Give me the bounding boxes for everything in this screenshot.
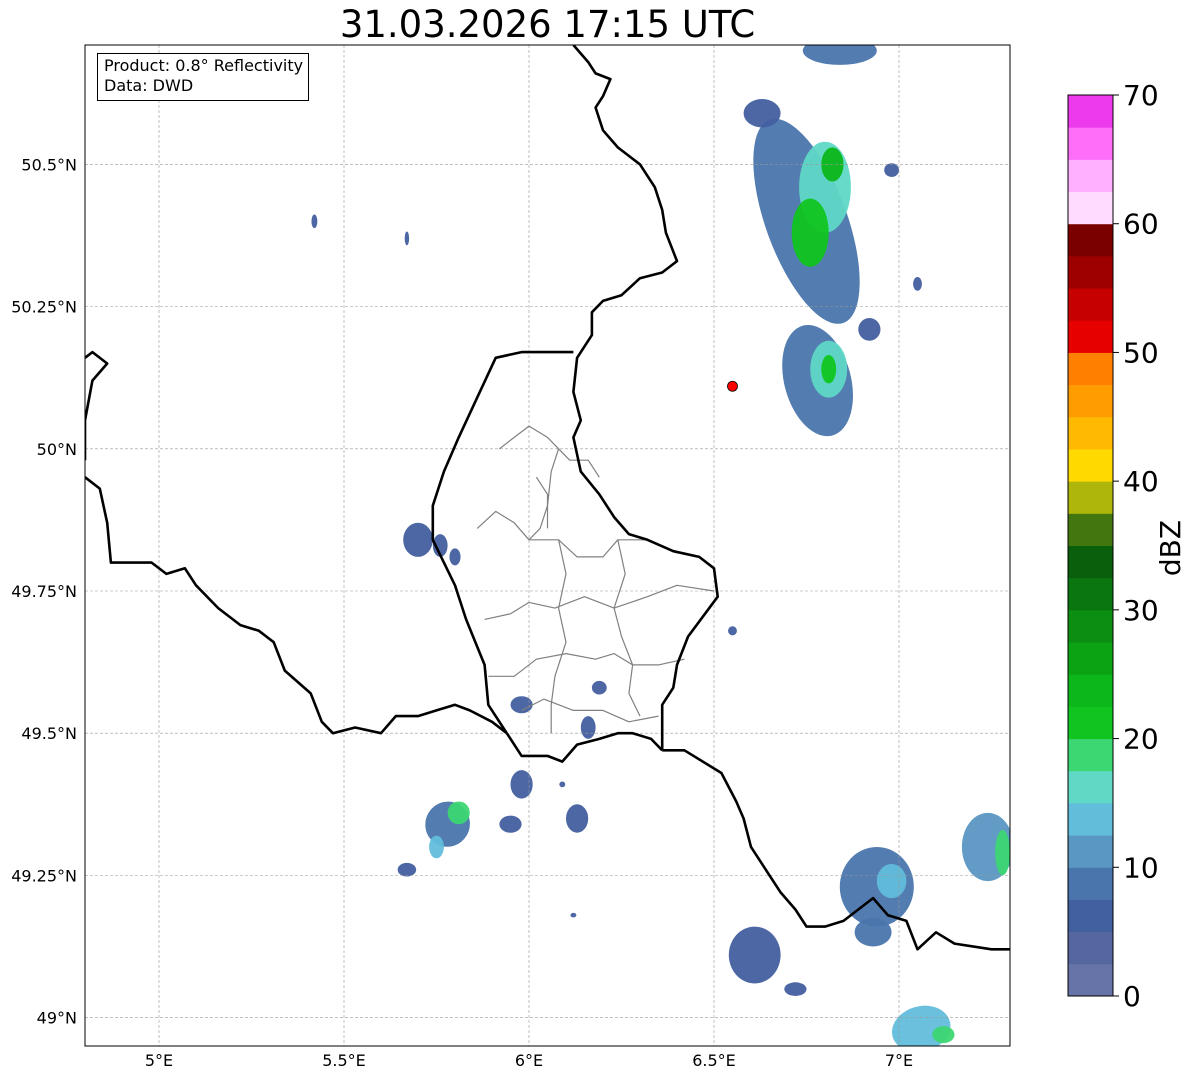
colorbar[interactable]: 0 10 20 30 40 50 60 70 dBZ [1067,79,1187,1013]
colorbar-swatch [1068,867,1113,900]
colorbar-swatch [1068,545,1113,579]
colorbar-swatch [1068,255,1113,289]
colorbar-tick-label: 50 [1123,336,1159,369]
colorbar-swatch [1068,352,1113,386]
colorbar-swatch [1068,223,1113,257]
colorbar-swatch [1068,320,1113,353]
colorbar-swatch [1068,674,1113,707]
echo-cell [429,835,444,859]
echo-cell [802,45,877,65]
colorbar-swatch [1068,384,1113,418]
colorbar-tick-label: 60 [1123,208,1159,241]
colorbar-unit-label: dBZ [1154,520,1187,576]
colorbar-swatch [1068,899,1113,933]
echo-cell [404,231,410,246]
colorbar-swatch [1068,127,1113,160]
lon-tick-label: 7°E [885,1051,913,1070]
colorbar-swatch [1068,642,1113,675]
colorbar-tick-label: 70 [1123,79,1159,112]
lat-tick-label: 50.5°N [21,155,77,174]
lon-tick-label: 5.5°E [322,1051,366,1070]
colorbar-tick-label: 40 [1123,465,1159,498]
echo-cell [449,548,461,566]
colorbar-swatch [1068,738,1113,772]
echo-cell [728,926,781,984]
echo-cell [876,864,907,899]
colorbar-swatch [1068,931,1113,965]
colorbar-swatch [1068,416,1113,450]
colorbar-swatch [1068,288,1113,321]
lon-tick-label: 5°E [145,1051,173,1070]
echo-cell [510,770,533,799]
colorbar-tick-label: 10 [1123,851,1159,884]
colorbar-swatch [1068,609,1113,643]
echo-cell [854,918,892,947]
echo-cell [311,214,318,229]
colorbar-tick-label: 0 [1123,980,1141,1013]
echo-cell [403,522,433,557]
lat-tick-label: 49.5°N [21,724,77,743]
data-source-label: Data: DWD [104,76,194,95]
echo-cell [559,781,566,788]
radar-site-marker[interactable] [727,380,738,392]
colorbar-swatch [1068,706,1113,740]
lat-tick-label: 50.25°N [11,298,77,317]
colorbar-swatch [1068,95,1113,128]
colorbar-tick-label: 20 [1123,723,1159,756]
product-info-box: Product: 0.8° Reflectivity Data: DWD [97,53,310,101]
echo-cell [821,354,837,384]
product-label: Product: 0.8° Reflectivity [104,56,304,75]
colorbar-swatch [1068,802,1113,836]
colorbar-swatch [1068,577,1113,611]
echo-cell [580,716,596,739]
echo-cell [791,198,829,267]
colorbar-swatch [1068,481,1113,514]
lat-tick-label: 49.25°N [11,866,77,885]
echo-cell [566,804,589,833]
lon-tick-label: 6°E [515,1051,543,1070]
echo-cell [728,626,737,636]
echo-cell [858,318,881,341]
echo-cell [510,696,533,714]
echo-cell [591,680,607,695]
colorbar-swatch [1068,770,1113,804]
colorbar-swatch [1068,159,1113,193]
radar-map-figure: 5°E 5.5°E 6°E 6.5°E 7°E 49°N 49.25°N 49.5°N 49.7… [11,44,1187,1070]
echo-cell [784,982,807,996]
echo-cell [397,862,417,877]
echo-cell [932,1026,955,1044]
colorbar-swatch [1068,963,1113,997]
colorbar-swatch [1068,191,1113,225]
lat-tick-label: 49°N [37,1009,77,1028]
radar-site-layer [727,380,738,392]
echo-cell [570,912,577,918]
echo-cell [743,99,781,128]
lat-tick-label: 49.75°N [11,582,77,601]
echo-cell [447,801,470,825]
lat-tick-label: 50°N [37,440,77,459]
echo-cell [913,277,922,291]
colorbar-swatch [1068,448,1113,482]
colorbar-swatch [1068,835,1113,868]
echo-cell [499,815,522,833]
echo-cell [884,163,899,177]
colorbar-tick-label: 30 [1123,594,1159,627]
echo-cell [995,829,1010,876]
lon-tick-label: 6.5°E [692,1051,736,1070]
colorbar-swatch [1068,513,1113,546]
